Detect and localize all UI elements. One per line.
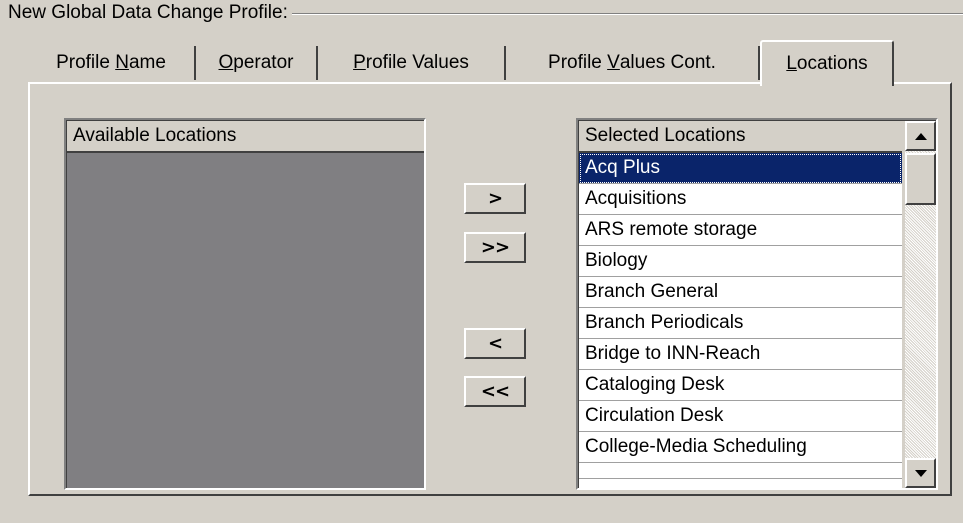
list-item[interactable]: Acq Plus bbox=[579, 153, 902, 184]
available-locations-body[interactable] bbox=[67, 153, 424, 488]
available-locations-list[interactable]: Available Locations bbox=[64, 118, 426, 490]
tab-operator[interactable]: Operator bbox=[196, 46, 318, 80]
list-item[interactable]: Cataloging Desk bbox=[579, 370, 902, 401]
triangle-up-icon bbox=[914, 132, 927, 140]
list-item[interactable]: Acquisitions bbox=[579, 184, 902, 215]
selected-locations-list[interactable]: Selected Locations Acq Plus Acquisitions… bbox=[576, 118, 938, 490]
tab-profile-name[interactable]: Profile Name bbox=[28, 46, 196, 80]
tab-label-post: rofile Values bbox=[365, 52, 469, 73]
tab-profile-values-cont[interactable]: Profile Values Cont. bbox=[506, 46, 760, 80]
list-item[interactable]: Circulation Desk bbox=[579, 401, 902, 432]
list-item[interactable]: College-Media Scheduling bbox=[579, 432, 902, 463]
selected-locations-header[interactable]: Selected Locations bbox=[579, 121, 902, 153]
tab-label-post: ocations bbox=[796, 53, 868, 74]
scroll-down-button[interactable] bbox=[905, 458, 936, 488]
list-item[interactable]: Biology bbox=[579, 246, 902, 277]
tab-locations[interactable]: Locations bbox=[760, 40, 894, 86]
add-all-button[interactable]: >> bbox=[464, 232, 526, 263]
group-box-title: New Global Data Change Profile: bbox=[8, 2, 292, 24]
list-item[interactable]: Bridge to INN-Reach bbox=[579, 339, 902, 370]
list-item[interactable]: Branch Periodicals bbox=[579, 308, 902, 339]
tab-label-post: alues Cont. bbox=[619, 52, 716, 73]
tab-profile-values[interactable]: Profile Values bbox=[318, 46, 506, 80]
list-item-partially-visible[interactable] bbox=[579, 463, 902, 479]
list-item[interactable]: ARS remote storage bbox=[579, 215, 902, 246]
tab-label-post: perator bbox=[233, 52, 294, 73]
list-item[interactable]: Branch General bbox=[579, 277, 902, 308]
tab-label-pre: Profile bbox=[548, 52, 608, 73]
tab-label-accel: O bbox=[218, 52, 234, 73]
selected-locations-rows: Acq Plus Acquisitions ARS remote storage… bbox=[579, 153, 902, 488]
available-locations-header[interactable]: Available Locations bbox=[67, 121, 424, 153]
scroll-up-button[interactable] bbox=[905, 121, 936, 151]
tab-label-accel: L bbox=[786, 53, 797, 74]
tab-label-accel: N bbox=[115, 52, 129, 73]
locations-tab-panel: Available Locations > >> < << Selected L… bbox=[28, 82, 952, 496]
tab-label-post: ame bbox=[128, 52, 166, 73]
selected-locations-scrollbar[interactable] bbox=[905, 121, 936, 488]
remove-all-button[interactable]: << bbox=[464, 376, 526, 407]
tab-label-accel: V bbox=[607, 52, 620, 73]
add-selected-button[interactable]: > bbox=[464, 183, 526, 214]
scrollbar-thumb[interactable] bbox=[905, 153, 936, 205]
remove-selected-button[interactable]: < bbox=[464, 328, 526, 359]
triangle-down-icon bbox=[914, 469, 927, 477]
tab-label-pre: Profile bbox=[56, 52, 116, 73]
tab-label-accel: P bbox=[353, 52, 366, 73]
